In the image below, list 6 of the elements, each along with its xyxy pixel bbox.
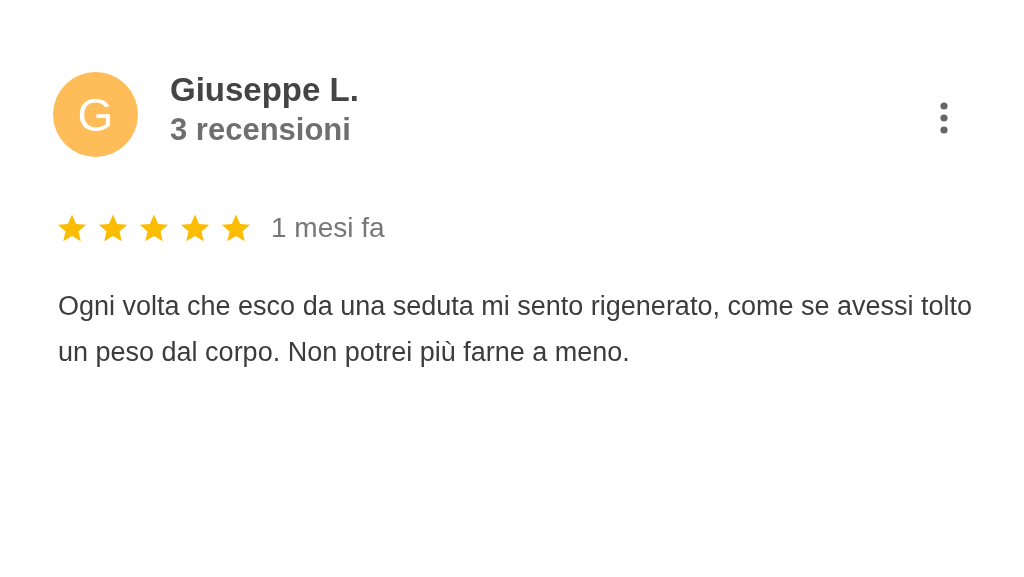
menu-icon — [940, 102, 948, 134]
avatar: G — [53, 72, 138, 157]
author-name: Giuseppe L. — [170, 71, 359, 109]
review-count: 3 recensioni — [170, 111, 352, 149]
review-text: Ogni volta che esco da una seduta mi sento rigenerato, come se avessi tolto un peso dal corpo. Non potrei più farne a meno. — [58, 290, 974, 369]
review-time: 1 mesi fa — [271, 211, 385, 245]
